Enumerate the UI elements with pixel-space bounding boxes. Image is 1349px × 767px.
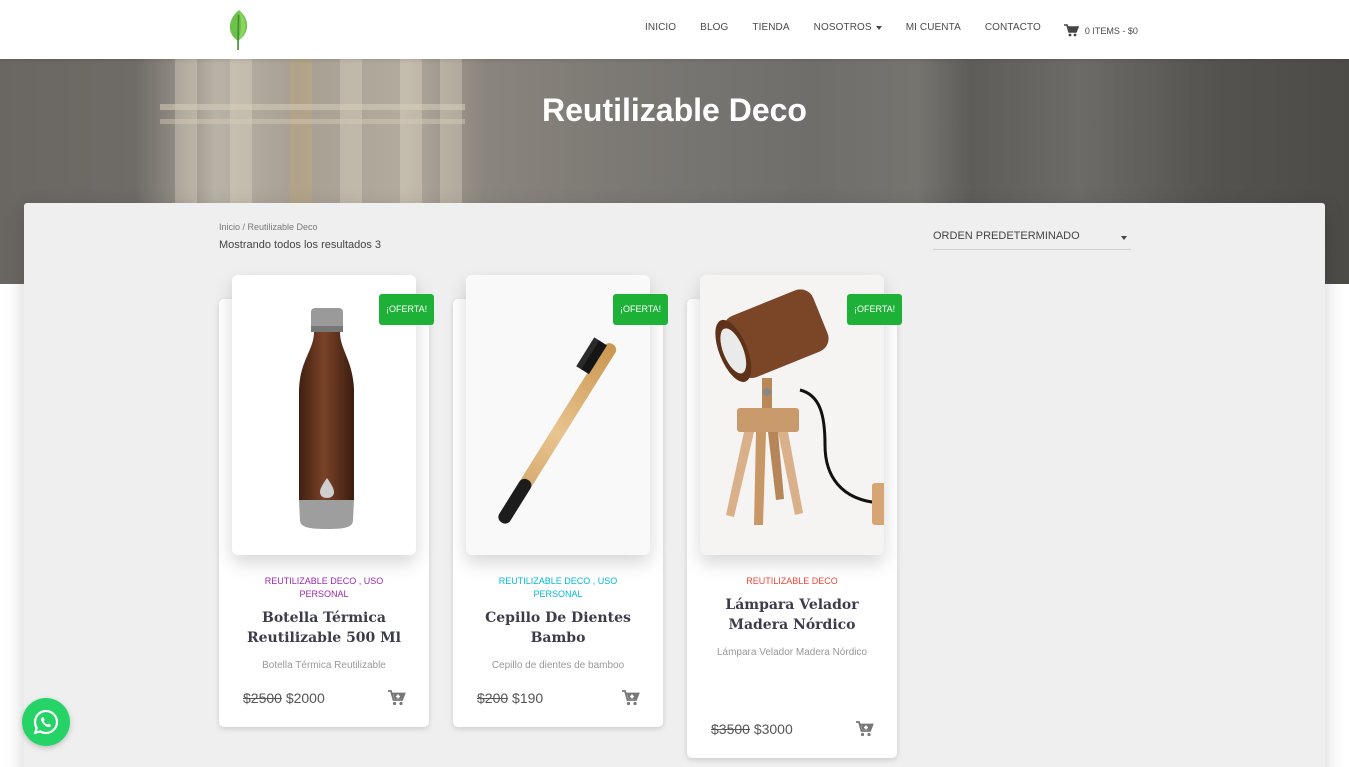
product-title[interactable]: Botella Térmica Reutilizable 500 Ml <box>236 608 412 648</box>
page-title: Reutilizable Deco <box>542 92 807 128</box>
product-description: Lámpara Velador Madera Nórdico <box>716 647 868 658</box>
product-description: Botella Térmica Reutilizable <box>262 660 386 671</box>
cart-summary: 0 ITEMS - $0 <box>1084 25 1138 36</box>
sort-select-value: ORDEN PREDETERMINADO <box>933 230 1080 242</box>
sale-price: $2000 <box>285 690 325 706</box>
product-price: $200 $190 <box>477 690 543 706</box>
main-nav: INICIO BLOG TIENDA NOSOTROS MI CUENTA CO… <box>645 0 1138 59</box>
add-to-cart-icon[interactable] <box>622 690 640 706</box>
leaf-logo-icon[interactable] <box>226 9 252 51</box>
product-category-label: REUTILIZABLE DECO , USO PERSONAL <box>264 576 384 599</box>
product-category-label: REUTILIZABLE DECO , USO PERSONAL <box>498 576 618 599</box>
nav-mi-cuenta[interactable]: MI CUENTA <box>906 22 961 33</box>
add-to-cart-icon[interactable] <box>856 721 874 737</box>
old-price: $2500 <box>243 690 282 706</box>
product-price: $2500 $2000 <box>243 690 325 706</box>
old-price: $200 <box>477 690 509 706</box>
whatsapp-button[interactable] <box>22 698 70 746</box>
nav-blog[interactable]: BLOG <box>700 22 728 33</box>
old-price: $3500 <box>711 721 750 737</box>
product-title[interactable]: Cepillo De Dientes Bambo <box>470 608 646 648</box>
nav-tienda[interactable]: TIENDA <box>752 22 789 33</box>
chevron-down-icon <box>1121 236 1127 240</box>
nav-label: NOSOTROS <box>813 22 872 33</box>
product-description: Cepillo de dientes de bamboo <box>491 660 625 671</box>
product-category[interactable]: REUTILIZABLE DECO <box>717 575 867 588</box>
nav-label: CONTACTO <box>984 22 1041 33</box>
top-navbar: INICIO BLOG TIENDA NOSOTROS MI CUENTA CO… <box>0 0 1349 59</box>
product-category-label: REUTILIZABLE DECO <box>746 576 838 586</box>
nav-nosotros[interactable]: NOSOTROS <box>814 22 882 33</box>
nav-label: INICIO <box>645 22 677 33</box>
nav-label: TIENDA <box>752 22 790 33</box>
product-category[interactable]: REUTILIZABLE DECO , USO PERSONAL <box>249 575 399 601</box>
whatsapp-icon <box>33 709 59 735</box>
nav-label: MI CUENTA <box>905 22 961 33</box>
product-price: $3500 $3000 <box>711 721 793 737</box>
breadcrumb[interactable]: Inicio / Reutilizable Deco <box>219 222 318 232</box>
cart-link[interactable]: 0 ITEMS - $0 <box>1063 24 1138 37</box>
sale-price: $190 <box>512 690 544 706</box>
cart-icon <box>1063 24 1079 37</box>
result-count: Mostrando todos los resultados 3 <box>219 239 382 251</box>
nav-contacto[interactable]: CONTACTO <box>985 22 1041 33</box>
nav-label: BLOG <box>700 22 729 33</box>
nav-inicio[interactable]: INICIO <box>645 22 676 33</box>
sale-badge: ¡OFERTA! <box>379 294 435 325</box>
product-title[interactable]: Lámpara Velador Madera Nórdico <box>704 595 880 635</box>
chevron-down-icon <box>875 25 882 30</box>
product-category[interactable]: REUTILIZABLE DECO , USO PERSONAL <box>483 575 633 601</box>
sale-price: $3000 <box>753 721 793 737</box>
sale-badge: ¡OFERTA! <box>847 294 903 325</box>
add-to-cart-icon[interactable] <box>388 690 406 706</box>
sale-badge: ¡OFERTA! <box>613 294 669 325</box>
sort-select[interactable]: ORDEN PREDETERMINADO <box>933 226 1131 250</box>
